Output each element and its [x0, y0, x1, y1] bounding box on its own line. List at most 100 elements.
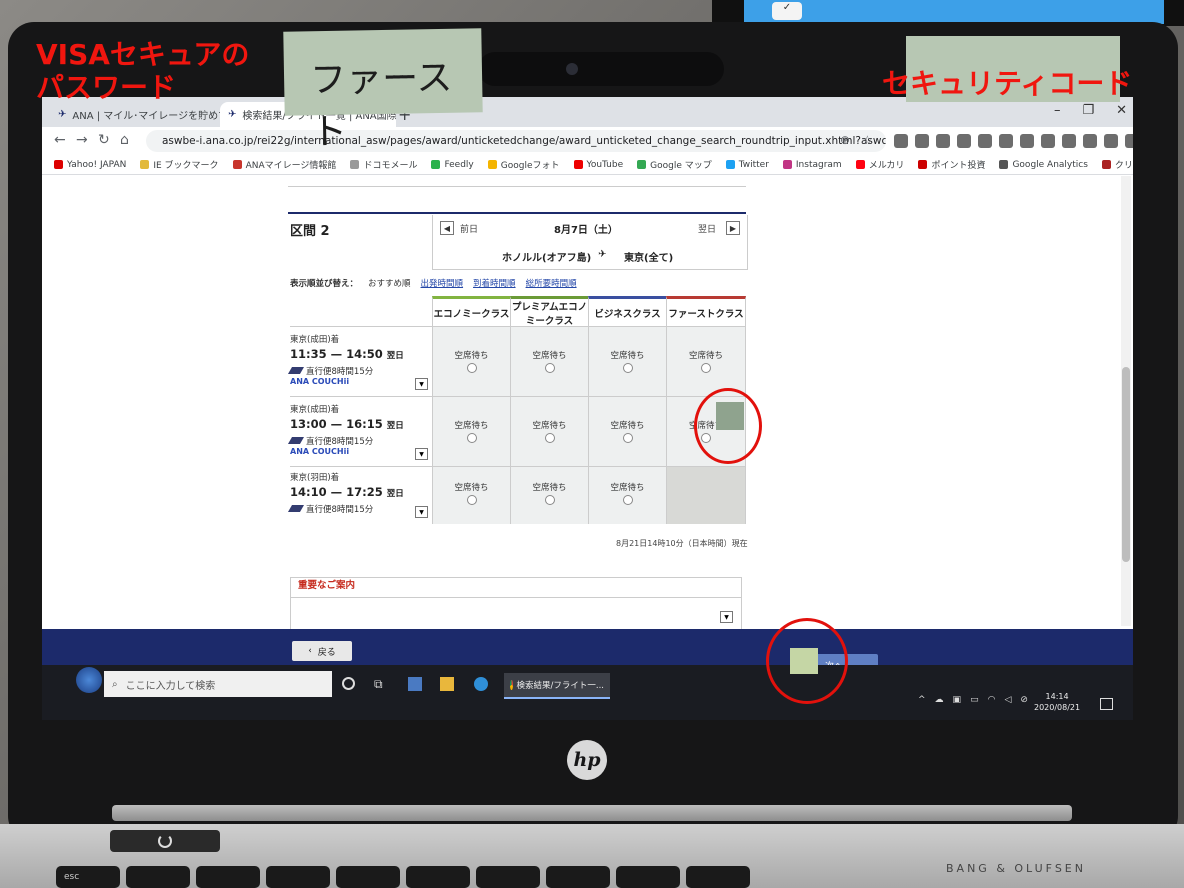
bookmark-item[interactable]: ポイント投資	[918, 158, 985, 171]
cloud-icon[interactable]: ☁	[935, 695, 944, 705]
bookmark-item[interactable]: YouTube	[573, 160, 623, 170]
seat-cell[interactable]: 空席待ち	[666, 326, 746, 396]
windows-start-icon[interactable]	[76, 667, 102, 693]
keyboard-key[interactable]	[616, 866, 680, 888]
chevron-down-icon[interactable]: ▼	[720, 611, 733, 623]
system-clock[interactable]: 14:14 2020/08/21	[1034, 691, 1080, 713]
back-button[interactable]: ‹ 戻る	[292, 641, 352, 661]
sort-duration[interactable]: 総所要時間順	[526, 277, 577, 289]
extension-icon[interactable]	[936, 134, 950, 148]
seat-cell[interactable]: 空席待ち	[588, 396, 666, 466]
seat-radio[interactable]	[544, 363, 555, 373]
seat-cell[interactable]: 空席待ち	[432, 396, 510, 466]
seat-radio[interactable]	[622, 495, 633, 505]
bookmark-star-icon[interactable]: ☆	[862, 133, 873, 147]
keyboard-key[interactable]	[546, 866, 610, 888]
couchii-link[interactable]: ANA COUCHii	[290, 377, 432, 386]
keyboard-key[interactable]	[266, 866, 330, 888]
chevron-up-icon[interactable]: ^	[918, 695, 926, 705]
sort-recommended[interactable]: おすすめ順	[368, 277, 411, 289]
extension-icon[interactable]	[1104, 134, 1118, 148]
keyboard-key[interactable]	[196, 866, 260, 888]
forward-arrow-icon[interactable]: →	[76, 132, 88, 148]
extension-icon[interactable]	[1041, 134, 1055, 148]
bookmark-item[interactable]: Google Analytics	[999, 160, 1088, 170]
seat-cell[interactable]: 空席待ち	[510, 396, 588, 466]
bookmark-item[interactable]: Google マップ	[637, 158, 712, 171]
task-view-icon[interactable]: ⧉	[374, 677, 388, 691]
edge-icon[interactable]	[474, 677, 488, 691]
extension-icon[interactable]	[1020, 134, 1034, 148]
app-icon[interactable]: ▣	[953, 695, 962, 705]
back-arrow-icon[interactable]: ←	[54, 132, 66, 148]
scrollbar-thumb[interactable]	[1122, 367, 1130, 562]
calculator-icon[interactable]	[408, 677, 422, 691]
extension-icon[interactable]	[894, 134, 908, 148]
seat-radio[interactable]	[544, 495, 555, 505]
puzzle-icon[interactable]	[1125, 134, 1133, 148]
bookmark-item[interactable]: Twitter	[725, 160, 769, 170]
seat-radio[interactable]	[466, 433, 477, 443]
seat-cell[interactable]: 空席待ち	[510, 326, 588, 396]
seat-cell[interactable]: 空席待ち	[588, 326, 666, 396]
extension-icon[interactable]	[1062, 134, 1076, 148]
bookmark-item[interactable]: メルカリ	[855, 158, 904, 171]
next-day-icon[interactable]: ▶	[726, 221, 740, 235]
address-bar[interactable]: aswbe-i.ana.co.jp/rei22g/international_a…	[146, 130, 886, 152]
extension-icon[interactable]	[978, 134, 992, 148]
keyboard-key[interactable]	[126, 866, 190, 888]
bookmark-item[interactable]: Instagram	[782, 160, 842, 170]
zoom-icon[interactable]: ⊕	[840, 133, 850, 147]
seat-radio[interactable]	[466, 495, 477, 505]
taskbar-chrome-window[interactable]: 検索結果/フライト一...	[504, 673, 610, 699]
power-button[interactable]	[110, 830, 220, 852]
prev-day-link[interactable]: 前日	[460, 222, 478, 235]
tab-ana-mileage[interactable]: ✈ ANA | マイル･マイレージを貯めて多様 ×	[50, 102, 220, 127]
minimize-icon[interactable]: –	[1054, 103, 1061, 118]
block-icon[interactable]: ⊘	[1020, 695, 1028, 705]
extension-icon[interactable]	[999, 134, 1013, 148]
notification-icon[interactable]	[1100, 698, 1113, 710]
bookmark-item[interactable]: Feedly	[431, 160, 474, 170]
chevron-down-icon[interactable]: ▼	[415, 506, 428, 518]
seat-radio[interactable]	[466, 363, 477, 373]
keyboard-key[interactable]	[686, 866, 750, 888]
bookmark-item[interactable]: Yahoo! JAPAN	[54, 160, 126, 170]
couchii-link[interactable]: ANA COUCHii	[290, 447, 432, 456]
seat-radio[interactable]	[701, 363, 711, 373]
chevron-down-icon[interactable]: ▼	[415, 378, 428, 390]
bookmark-item[interactable]: ANAマイレージ情報館	[232, 158, 336, 171]
wifi-icon[interactable]: ◠	[988, 695, 996, 705]
bookmark-item[interactable]: ドコモメール	[350, 158, 417, 171]
seat-cell[interactable]: 空席待ち	[588, 466, 666, 524]
file-explorer-icon[interactable]	[440, 677, 454, 691]
volume-icon[interactable]: ◁	[1004, 695, 1011, 705]
reload-icon[interactable]: ↻	[98, 132, 110, 148]
keyboard-key[interactable]	[336, 866, 400, 888]
extension-icon[interactable]	[1083, 134, 1097, 148]
keyboard-key[interactable]	[476, 866, 540, 888]
seat-radio[interactable]	[622, 363, 633, 373]
next-day-link[interactable]: 翌日	[698, 222, 716, 235]
battery-icon[interactable]: ▭	[970, 695, 979, 705]
close-window-icon[interactable]: ✕	[1116, 103, 1127, 118]
sort-departure[interactable]: 出発時間順	[421, 277, 464, 289]
bookmark-item[interactable]: クリックポスト｜日本...	[1101, 158, 1133, 171]
chevron-down-icon[interactable]: ▼	[415, 448, 428, 460]
seat-cell[interactable]: 空席待ち	[432, 466, 510, 524]
home-icon[interactable]: ⌂	[120, 132, 129, 148]
seat-radio[interactable]	[544, 433, 555, 443]
seat-radio[interactable]	[622, 433, 633, 443]
extension-icon[interactable]	[915, 134, 929, 148]
cortana-icon[interactable]	[342, 677, 355, 690]
extension-icon[interactable]	[957, 134, 971, 148]
keyboard-key[interactable]: esc	[56, 866, 120, 888]
seat-cell[interactable]: 空席待ち	[432, 326, 510, 396]
keyboard-key[interactable]	[406, 866, 470, 888]
sort-arrival[interactable]: 到着時間順	[473, 277, 516, 289]
taskbar-search[interactable]: ⌕ ここに入力して検索	[104, 671, 332, 697]
prev-day-icon[interactable]: ◀	[440, 221, 454, 235]
seat-cell[interactable]: 空席待ち	[510, 466, 588, 524]
maximize-icon[interactable]: ❐	[1082, 103, 1094, 118]
bookmark-item[interactable]: Googleフォト	[487, 158, 560, 171]
